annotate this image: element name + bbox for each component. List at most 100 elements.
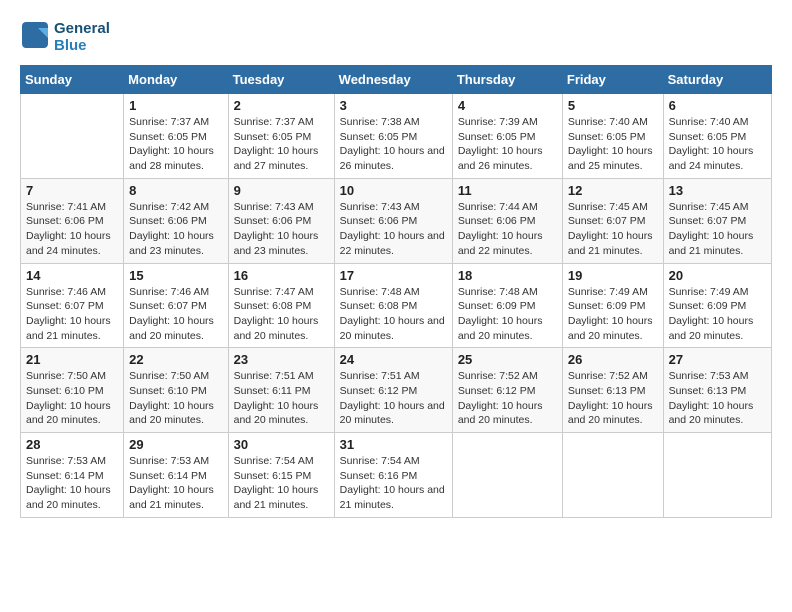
day-info: Sunrise: 7:43 AMSunset: 6:06 PMDaylight:…	[340, 201, 445, 257]
day-number: 10	[340, 183, 447, 198]
col-header-thursday: Thursday	[452, 66, 562, 94]
day-number: 12	[568, 183, 658, 198]
day-info: Sunrise: 7:46 AMSunset: 6:07 PMDaylight:…	[129, 286, 214, 342]
calendar-cell	[452, 433, 562, 518]
day-info: Sunrise: 7:54 AMSunset: 6:15 PMDaylight:…	[234, 455, 319, 511]
day-number: 18	[458, 268, 557, 283]
day-info: Sunrise: 7:49 AMSunset: 6:09 PMDaylight:…	[568, 286, 653, 342]
day-number: 20	[669, 268, 766, 283]
calendar-cell: 24 Sunrise: 7:51 AMSunset: 6:12 PMDaylig…	[334, 348, 452, 433]
day-info: Sunrise: 7:37 AMSunset: 6:05 PMDaylight:…	[129, 116, 214, 172]
day-info: Sunrise: 7:42 AMSunset: 6:06 PMDaylight:…	[129, 201, 214, 257]
day-info: Sunrise: 7:38 AMSunset: 6:05 PMDaylight:…	[340, 116, 445, 172]
calendar-cell: 6 Sunrise: 7:40 AMSunset: 6:05 PMDayligh…	[663, 94, 771, 179]
day-info: Sunrise: 7:40 AMSunset: 6:05 PMDaylight:…	[669, 116, 754, 172]
calendar-cell: 18 Sunrise: 7:48 AMSunset: 6:09 PMDaylig…	[452, 263, 562, 348]
day-number: 25	[458, 352, 557, 367]
day-info: Sunrise: 7:39 AMSunset: 6:05 PMDaylight:…	[458, 116, 543, 172]
day-number: 16	[234, 268, 329, 283]
day-number: 24	[340, 352, 447, 367]
calendar-cell: 27 Sunrise: 7:53 AMSunset: 6:13 PMDaylig…	[663, 348, 771, 433]
calendar-cell: 19 Sunrise: 7:49 AMSunset: 6:09 PMDaylig…	[562, 263, 663, 348]
day-info: Sunrise: 7:53 AMSunset: 6:14 PMDaylight:…	[26, 455, 111, 511]
calendar-cell: 21 Sunrise: 7:50 AMSunset: 6:10 PMDaylig…	[21, 348, 124, 433]
day-number: 22	[129, 352, 222, 367]
logo: General Blue	[20, 20, 110, 55]
day-number: 15	[129, 268, 222, 283]
col-header-monday: Monday	[124, 66, 228, 94]
calendar-cell: 1 Sunrise: 7:37 AMSunset: 6:05 PMDayligh…	[124, 94, 228, 179]
calendar-cell: 3 Sunrise: 7:38 AMSunset: 6:05 PMDayligh…	[334, 94, 452, 179]
day-info: Sunrise: 7:45 AMSunset: 6:07 PMDaylight:…	[568, 201, 653, 257]
day-number: 14	[26, 268, 118, 283]
day-info: Sunrise: 7:48 AMSunset: 6:08 PMDaylight:…	[340, 286, 445, 342]
day-info: Sunrise: 7:49 AMSunset: 6:09 PMDaylight:…	[669, 286, 754, 342]
calendar-cell: 17 Sunrise: 7:48 AMSunset: 6:08 PMDaylig…	[334, 263, 452, 348]
calendar-cell: 22 Sunrise: 7:50 AMSunset: 6:10 PMDaylig…	[124, 348, 228, 433]
calendar-table: SundayMondayTuesdayWednesdayThursdayFrid…	[20, 65, 772, 518]
day-info: Sunrise: 7:40 AMSunset: 6:05 PMDaylight:…	[568, 116, 653, 172]
day-number: 3	[340, 98, 447, 113]
calendar-cell: 12 Sunrise: 7:45 AMSunset: 6:07 PMDaylig…	[562, 178, 663, 263]
day-number: 28	[26, 437, 118, 452]
day-info: Sunrise: 7:52 AMSunset: 6:13 PMDaylight:…	[568, 370, 653, 426]
calendar-cell: 30 Sunrise: 7:54 AMSunset: 6:15 PMDaylig…	[228, 433, 334, 518]
day-info: Sunrise: 7:54 AMSunset: 6:16 PMDaylight:…	[340, 455, 445, 511]
day-number: 2	[234, 98, 329, 113]
day-number: 30	[234, 437, 329, 452]
calendar-cell: 4 Sunrise: 7:39 AMSunset: 6:05 PMDayligh…	[452, 94, 562, 179]
col-header-sunday: Sunday	[21, 66, 124, 94]
day-info: Sunrise: 7:51 AMSunset: 6:12 PMDaylight:…	[340, 370, 445, 426]
col-header-friday: Friday	[562, 66, 663, 94]
logo-line2: Blue	[54, 37, 110, 54]
day-info: Sunrise: 7:43 AMSunset: 6:06 PMDaylight:…	[234, 201, 319, 257]
calendar-cell: 31 Sunrise: 7:54 AMSunset: 6:16 PMDaylig…	[334, 433, 452, 518]
day-number: 7	[26, 183, 118, 198]
calendar-cell: 10 Sunrise: 7:43 AMSunset: 6:06 PMDaylig…	[334, 178, 452, 263]
calendar-cell: 9 Sunrise: 7:43 AMSunset: 6:06 PMDayligh…	[228, 178, 334, 263]
calendar-cell: 14 Sunrise: 7:46 AMSunset: 6:07 PMDaylig…	[21, 263, 124, 348]
day-number: 5	[568, 98, 658, 113]
calendar-cell: 13 Sunrise: 7:45 AMSunset: 6:07 PMDaylig…	[663, 178, 771, 263]
calendar-cell: 20 Sunrise: 7:49 AMSunset: 6:09 PMDaylig…	[663, 263, 771, 348]
logo-line1: General	[54, 20, 110, 37]
calendar-cell: 29 Sunrise: 7:53 AMSunset: 6:14 PMDaylig…	[124, 433, 228, 518]
day-number: 21	[26, 352, 118, 367]
day-number: 26	[568, 352, 658, 367]
logo-icon	[20, 20, 50, 50]
day-info: Sunrise: 7:50 AMSunset: 6:10 PMDaylight:…	[26, 370, 111, 426]
calendar-cell	[21, 94, 124, 179]
calendar-cell: 25 Sunrise: 7:52 AMSunset: 6:12 PMDaylig…	[452, 348, 562, 433]
calendar-cell: 5 Sunrise: 7:40 AMSunset: 6:05 PMDayligh…	[562, 94, 663, 179]
calendar-cell: 28 Sunrise: 7:53 AMSunset: 6:14 PMDaylig…	[21, 433, 124, 518]
day-info: Sunrise: 7:53 AMSunset: 6:13 PMDaylight:…	[669, 370, 754, 426]
day-number: 1	[129, 98, 222, 113]
calendar-cell: 7 Sunrise: 7:41 AMSunset: 6:06 PMDayligh…	[21, 178, 124, 263]
day-number: 29	[129, 437, 222, 452]
day-number: 17	[340, 268, 447, 283]
day-info: Sunrise: 7:47 AMSunset: 6:08 PMDaylight:…	[234, 286, 319, 342]
day-number: 23	[234, 352, 329, 367]
col-header-saturday: Saturday	[663, 66, 771, 94]
day-number: 4	[458, 98, 557, 113]
calendar-cell: 26 Sunrise: 7:52 AMSunset: 6:13 PMDaylig…	[562, 348, 663, 433]
day-number: 6	[669, 98, 766, 113]
day-info: Sunrise: 7:50 AMSunset: 6:10 PMDaylight:…	[129, 370, 214, 426]
day-number: 31	[340, 437, 447, 452]
day-info: Sunrise: 7:46 AMSunset: 6:07 PMDaylight:…	[26, 286, 111, 342]
day-info: Sunrise: 7:52 AMSunset: 6:12 PMDaylight:…	[458, 370, 543, 426]
calendar-cell	[663, 433, 771, 518]
calendar-cell: 8 Sunrise: 7:42 AMSunset: 6:06 PMDayligh…	[124, 178, 228, 263]
calendar-cell: 23 Sunrise: 7:51 AMSunset: 6:11 PMDaylig…	[228, 348, 334, 433]
calendar-cell: 16 Sunrise: 7:47 AMSunset: 6:08 PMDaylig…	[228, 263, 334, 348]
day-number: 11	[458, 183, 557, 198]
day-info: Sunrise: 7:51 AMSunset: 6:11 PMDaylight:…	[234, 370, 319, 426]
day-info: Sunrise: 7:48 AMSunset: 6:09 PMDaylight:…	[458, 286, 543, 342]
col-header-wednesday: Wednesday	[334, 66, 452, 94]
col-header-tuesday: Tuesday	[228, 66, 334, 94]
day-info: Sunrise: 7:53 AMSunset: 6:14 PMDaylight:…	[129, 455, 214, 511]
calendar-cell: 2 Sunrise: 7:37 AMSunset: 6:05 PMDayligh…	[228, 94, 334, 179]
day-info: Sunrise: 7:44 AMSunset: 6:06 PMDaylight:…	[458, 201, 543, 257]
calendar-cell	[562, 433, 663, 518]
day-info: Sunrise: 7:37 AMSunset: 6:05 PMDaylight:…	[234, 116, 319, 172]
